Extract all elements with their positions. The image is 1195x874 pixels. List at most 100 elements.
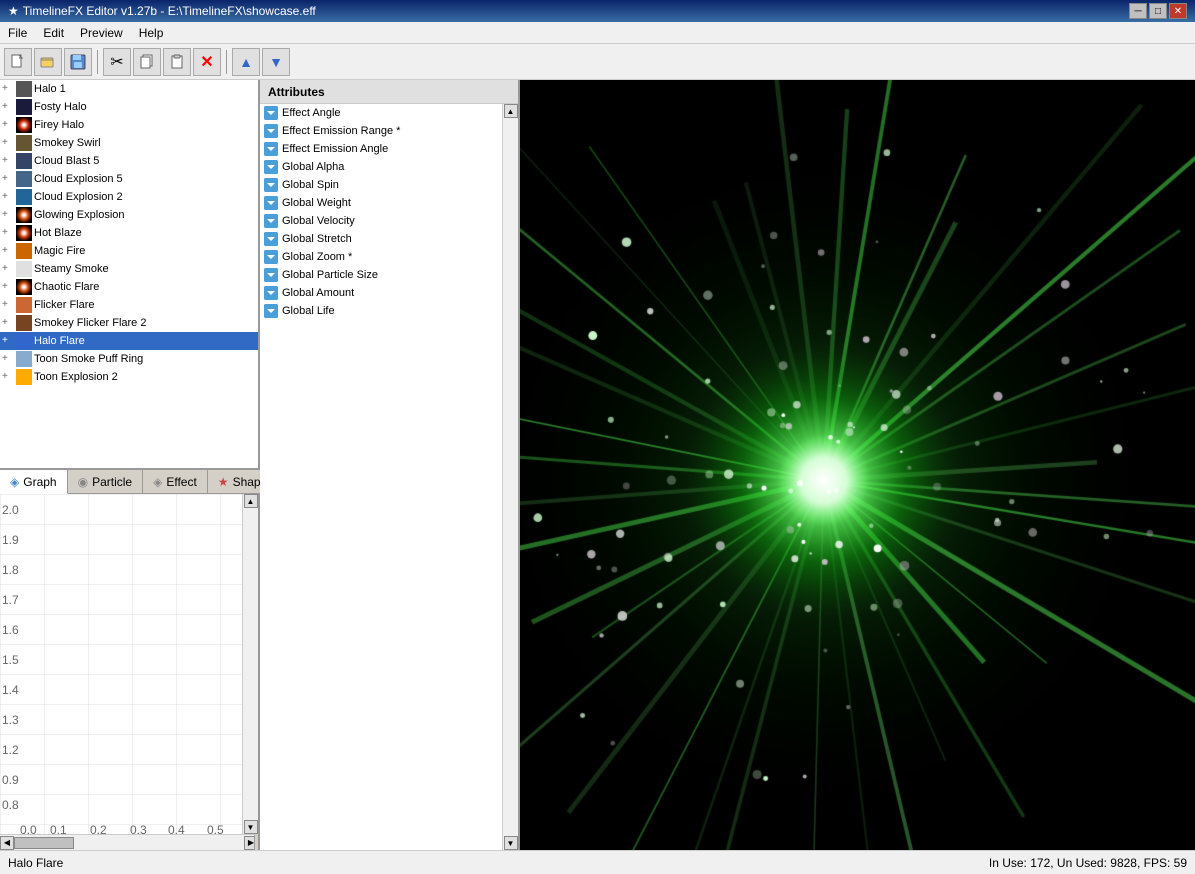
svg-text:1.3: 1.3	[2, 713, 19, 727]
effect-item-cloud5b[interactable]: +Cloud Blast 5	[0, 152, 258, 170]
effect-icon-cloud5b	[16, 153, 32, 169]
effect-item-toonex[interactable]: +Toon Explosion 2	[0, 368, 258, 386]
effect-icon-chaoticflare	[16, 279, 32, 295]
attr-item-9[interactable]: Global Particle Size	[260, 266, 502, 284]
expand-btn-magicfire[interactable]: +	[2, 245, 14, 257]
tab-particle[interactable]: ◉ Particle	[68, 470, 144, 493]
effects-list: +Halo 1+Fosty Halo+Firey Halo+Smokey Swi…	[0, 80, 258, 470]
expand-btn-chaoticflare[interactable]: +	[2, 281, 14, 293]
attr-item-7[interactable]: Global Stretch	[260, 230, 502, 248]
expand-btn-cloud5b[interactable]: +	[2, 155, 14, 167]
effect-item-halo1[interactable]: + Halo 1	[0, 80, 258, 98]
attr-label-2: Effect Emission Angle	[282, 143, 388, 155]
effect-label-firey: Firey Halo	[34, 119, 84, 131]
effect-item-haloflare[interactable]: +Halo Flare	[0, 332, 258, 350]
expand-btn-toonex[interactable]: +	[2, 371, 14, 383]
svg-text:1.5: 1.5	[2, 653, 19, 667]
panel-splitter[interactable]: ⋮	[254, 835, 258, 850]
attr-item-4[interactable]: Global Spin	[260, 176, 502, 194]
menu-preview[interactable]: Preview	[72, 22, 131, 43]
minimize-button[interactable]: ─	[1129, 3, 1147, 19]
attributes-panel: Attributes Effect AngleEffect Emission R…	[260, 80, 520, 850]
effect-icon-smokey	[16, 135, 32, 151]
hscroll-thumb[interactable]	[14, 837, 74, 849]
attr-vscroll-up[interactable]: ▲	[504, 104, 518, 118]
attr-icon-11	[264, 304, 278, 318]
effect-item-toonsmoke[interactable]: +Toon Smoke Puff Ring	[0, 350, 258, 368]
expand-btn-glowing[interactable]: +	[2, 209, 14, 221]
expand-btn-halo1[interactable]: +	[2, 83, 14, 95]
expand-btn-haloflare[interactable]: +	[2, 335, 14, 347]
attr-item-3[interactable]: Global Alpha	[260, 158, 502, 176]
vscroll-down[interactable]: ▼	[244, 820, 258, 834]
attr-label-3: Global Alpha	[282, 161, 344, 173]
svg-text:1.8: 1.8	[2, 563, 19, 577]
effect-item-chaoticflare[interactable]: +Chaotic Flare	[0, 278, 258, 296]
paste-button[interactable]	[163, 48, 191, 76]
effect-item-firey[interactable]: + Firey Halo	[0, 116, 258, 134]
attr-item-6[interactable]: Global Velocity	[260, 212, 502, 230]
move-up-button[interactable]: ▲	[232, 48, 260, 76]
open-button[interactable]	[34, 48, 62, 76]
expand-btn-hotblaze[interactable]: +	[2, 227, 14, 239]
svg-text:0.0: 0.0	[20, 823, 37, 834]
expand-btn-steamysmoke[interactable]: +	[2, 263, 14, 275]
effect-item-steamysmoke[interactable]: +Steamy Smoke	[0, 260, 258, 278]
vscroll-up[interactable]: ▲	[244, 494, 258, 508]
attr-item-5[interactable]: Global Weight	[260, 194, 502, 212]
cut-button[interactable]: ✂	[103, 48, 131, 76]
effect-icon-cloudex2	[16, 189, 32, 205]
effect-item-flickerflare[interactable]: +Flicker Flare	[0, 296, 258, 314]
attr-vscroll[interactable]: ▲ ▼	[502, 104, 518, 850]
tab-graph[interactable]: ◈ Graph	[0, 470, 68, 494]
menu-help[interactable]: Help	[131, 22, 172, 43]
effect-item-magicfire[interactable]: +Magic Fire	[0, 242, 258, 260]
titlebar-left: ★ TimelineFX Editor v1.27b - E:\Timeline…	[8, 4, 316, 18]
hscroll-left[interactable]: ◀	[0, 836, 14, 850]
expand-btn-cloudex2[interactable]: +	[2, 191, 14, 203]
effect-item-smokey[interactable]: +Smokey Swirl	[0, 134, 258, 152]
maximize-button[interactable]: □	[1149, 3, 1167, 19]
effect-item-hotblaze[interactable]: +Hot Blaze	[0, 224, 258, 242]
expand-btn-firey[interactable]: +	[2, 119, 14, 131]
expand-btn-flickerflare[interactable]: +	[2, 299, 14, 311]
effect-item-cloudex2[interactable]: +Cloud Explosion 2	[0, 188, 258, 206]
effect-item-cloudex5[interactable]: +Cloud Explosion 5	[0, 170, 258, 188]
attr-item-0[interactable]: Effect Angle	[260, 104, 502, 122]
attr-item-8[interactable]: Global Zoom *	[260, 248, 502, 266]
close-button[interactable]: ✕	[1169, 3, 1187, 19]
window-title: TimelineFX Editor v1.27b - E:\TimelineFX…	[23, 4, 316, 18]
menu-file[interactable]: File	[0, 22, 35, 43]
graph-vscroll[interactable]: ▲ ▼	[242, 494, 258, 834]
app-icon: ★	[8, 4, 19, 18]
menu-edit[interactable]: Edit	[35, 22, 72, 43]
graph-hscroll[interactable]: ◀ ▶ ⋮	[0, 834, 258, 850]
effect-item-smokyflicker[interactable]: +Smokey Flicker Flare 2	[0, 314, 258, 332]
expand-btn-frosty[interactable]: +	[2, 101, 14, 113]
attr-item-1[interactable]: Effect Emission Range *	[260, 122, 502, 140]
delete-button[interactable]: ✕	[193, 48, 221, 76]
expand-btn-smokey[interactable]: +	[2, 137, 14, 149]
titlebar-controls[interactable]: ─ □ ✕	[1129, 3, 1187, 19]
attr-vscroll-down[interactable]: ▼	[504, 836, 518, 850]
attr-item-2[interactable]: Effect Emission Angle	[260, 140, 502, 158]
effect-item-frosty[interactable]: +Fosty Halo	[0, 98, 258, 116]
new-button[interactable]	[4, 48, 32, 76]
copy-button[interactable]	[133, 48, 161, 76]
svg-text:1.4: 1.4	[2, 683, 19, 697]
attr-label-6: Global Velocity	[282, 215, 355, 227]
effect-icon-steamysmoke	[16, 261, 32, 277]
effect-label-halo1: Halo 1	[34, 83, 66, 95]
expand-btn-toonsmoke[interactable]: +	[2, 353, 14, 365]
effect-icon-firey	[16, 117, 32, 133]
expand-btn-cloudex5[interactable]: +	[2, 173, 14, 185]
attr-item-10[interactable]: Global Amount	[260, 284, 502, 302]
move-down-button[interactable]: ▼	[262, 48, 290, 76]
attr-icon-1	[264, 124, 278, 138]
attr-item-11[interactable]: Global Life	[260, 302, 502, 320]
effect-icon-flickerflare	[16, 297, 32, 313]
save-button[interactable]	[64, 48, 92, 76]
effect-item-glowing[interactable]: +Glowing Explosion	[0, 206, 258, 224]
tab-effect[interactable]: ◈ Effect	[143, 470, 208, 493]
expand-btn-smokyflicker[interactable]: +	[2, 317, 14, 329]
